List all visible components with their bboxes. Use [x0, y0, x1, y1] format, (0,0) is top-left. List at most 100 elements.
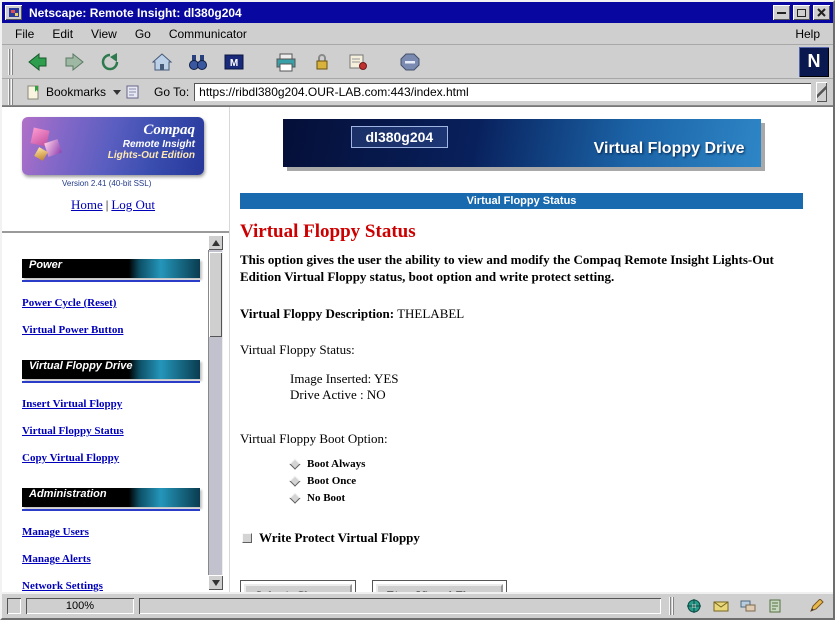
section-power: Power Power Cycle (Reset) Virtual Power …: [22, 259, 229, 336]
scroll-up-button[interactable]: [208, 235, 223, 250]
mailbox-button[interactable]: [710, 597, 732, 615]
toolbar-grip[interactable]: [8, 49, 14, 75]
url-input[interactable]: [194, 83, 811, 101]
sidebar-item-network-settings[interactable]: Network Settings: [22, 580, 229, 592]
section-underline: [22, 381, 200, 383]
security-lock-icon: [310, 51, 334, 73]
sidebar-item-copy-virtual-floppy[interactable]: Copy Virtual Floppy: [22, 452, 229, 464]
scroll-up-icon: [212, 240, 220, 246]
menu-view[interactable]: View: [82, 24, 126, 44]
browser-window: Netscape: Remote Insight: dl380g204 File…: [0, 0, 835, 620]
sidebar-item-insert-virtual-floppy[interactable]: Insert Virtual Floppy: [22, 398, 229, 410]
radio-row-no-boot: No Boot: [290, 492, 803, 504]
logout-link[interactable]: Log Out: [111, 197, 155, 212]
menu-file[interactable]: File: [6, 24, 43, 44]
navigator-button[interactable]: [683, 597, 705, 615]
menu-help[interactable]: Help: [786, 24, 829, 44]
sidebar-item-virtual-floppy-status[interactable]: Virtual Floppy Status: [22, 425, 229, 437]
reload-button[interactable]: [92, 47, 128, 77]
close-icon: [817, 8, 826, 17]
section-underline: [22, 509, 200, 511]
window-menu-icon[interactable]: [5, 5, 22, 20]
bookmarks-dropdown-icon[interactable]: [113, 90, 121, 95]
boot-always-radio[interactable]: [289, 459, 300, 470]
description-value: THELABEL: [397, 306, 464, 321]
eject-virtual-floppy-button[interactable]: Eject Virtual Floppy: [376, 584, 504, 592]
app-icon: [9, 8, 19, 17]
boot-option-label: Virtual Floppy Boot Option:: [240, 431, 803, 447]
sidebar-item-manage-alerts[interactable]: Manage Alerts: [22, 553, 229, 565]
security-button[interactable]: [304, 47, 340, 77]
section-header-virtual-floppy: Virtual Floppy Drive: [22, 360, 200, 379]
my-netscape-button[interactable]: M: [216, 47, 252, 77]
write-protect-checkbox[interactable]: [242, 533, 252, 543]
scroll-down-button[interactable]: [208, 575, 223, 590]
no-boot-radio[interactable]: [289, 493, 300, 504]
banner-title: Virtual Floppy Drive: [594, 140, 745, 158]
section-header-power: Power: [22, 259, 200, 278]
print-button[interactable]: [268, 47, 304, 77]
menu-edit[interactable]: Edit: [43, 24, 82, 44]
stop-button[interactable]: [392, 47, 428, 77]
location-proxy-icon[interactable]: [126, 85, 139, 99]
scrollbar-thumb[interactable]: [209, 252, 222, 337]
forward-button[interactable]: [56, 47, 92, 77]
boot-once-radio[interactable]: [289, 476, 300, 487]
url-drag-handle[interactable]: [816, 82, 827, 102]
write-protect-label: Write Protect Virtual Floppy: [259, 530, 420, 546]
back-button[interactable]: [20, 47, 56, 77]
location-bar-grip[interactable]: [8, 79, 14, 105]
composer-button[interactable]: [806, 597, 828, 615]
intro-text: This option gives the user the ability t…: [240, 252, 795, 286]
maximize-icon: [797, 9, 806, 17]
drive-active-value: Drive Active : NO: [290, 387, 803, 403]
radio-row-boot-once: Boot Once: [290, 475, 803, 487]
description-line: Virtual Floppy Description: THELABEL: [240, 306, 803, 322]
logo-text: Compaq Remote Insight Lights-Out Edition: [108, 122, 195, 161]
version-label: Version 2.41 (40-bit SSL): [62, 179, 229, 188]
section-virtual-floppy: Virtual Floppy Drive Insert Virtual Flop…: [22, 360, 229, 464]
security-indicator[interactable]: [7, 598, 21, 614]
maximize-button[interactable]: [793, 5, 810, 20]
sidebar-menu-frame: Power Power Cycle (Reset) Virtual Power …: [2, 233, 229, 592]
status-bar: 100%: [2, 592, 833, 618]
submit-changes-button[interactable]: Submit Changes: [244, 584, 352, 592]
close-button[interactable]: [813, 5, 830, 20]
sidebar-header: Compaq Remote Insight Lights-Out Edition…: [2, 107, 229, 231]
sidebar-item-virtual-power-button[interactable]: Virtual Power Button: [22, 324, 229, 336]
page-title: Virtual Floppy Status: [240, 221, 803, 243]
page-banner: dl380g204 Virtual Floppy Drive: [283, 119, 761, 167]
logo-line2: Lights-Out Edition: [108, 150, 195, 161]
title-bar[interactable]: Netscape: Remote Insight: dl380g204: [2, 2, 833, 23]
shop-button[interactable]: [340, 47, 376, 77]
menu-go[interactable]: Go: [126, 24, 160, 44]
no-boot-label: No Boot: [307, 492, 345, 504]
description-label: Virtual Floppy Description:: [240, 306, 394, 321]
home-link[interactable]: Home: [71, 197, 103, 212]
address-book-button[interactable]: [764, 597, 786, 615]
netscape-logo[interactable]: N: [799, 47, 829, 77]
mailbox-icon: [713, 599, 729, 613]
shop-icon: [346, 51, 370, 73]
home-button[interactable]: [144, 47, 180, 77]
minimize-button[interactable]: [773, 5, 790, 20]
status-label: Virtual Floppy Status:: [240, 342, 355, 357]
logo-art-icon: [44, 139, 62, 157]
menu-communicator[interactable]: Communicator: [160, 24, 256, 44]
eject-button-frame: Eject Virtual Floppy: [372, 580, 508, 592]
image-inserted-value: Image Inserted: YES: [290, 371, 803, 387]
stop-icon: [398, 51, 422, 73]
sidebar-scrollbar[interactable]: [208, 235, 223, 590]
discussions-button[interactable]: [737, 597, 759, 615]
bookmarks-icon[interactable]: [25, 84, 41, 100]
scroll-down-icon: [212, 580, 220, 586]
sidebar-frame: Compaq Remote Insight Lights-Out Edition…: [2, 107, 230, 592]
search-button[interactable]: [180, 47, 216, 77]
sidebar-item-power-cycle[interactable]: Power Cycle (Reset): [22, 297, 229, 309]
form-buttons: Submit Changes Eject Virtual Floppy: [240, 580, 803, 592]
bookmarks-label[interactable]: Bookmarks: [46, 85, 106, 99]
sidebar-item-manage-users[interactable]: Manage Users: [22, 526, 229, 538]
menu-bar: File Edit View Go Communicator Help: [2, 23, 833, 45]
write-protect-row: Write Protect Virtual Floppy: [242, 530, 803, 546]
component-bar-grip[interactable]: [669, 597, 675, 615]
